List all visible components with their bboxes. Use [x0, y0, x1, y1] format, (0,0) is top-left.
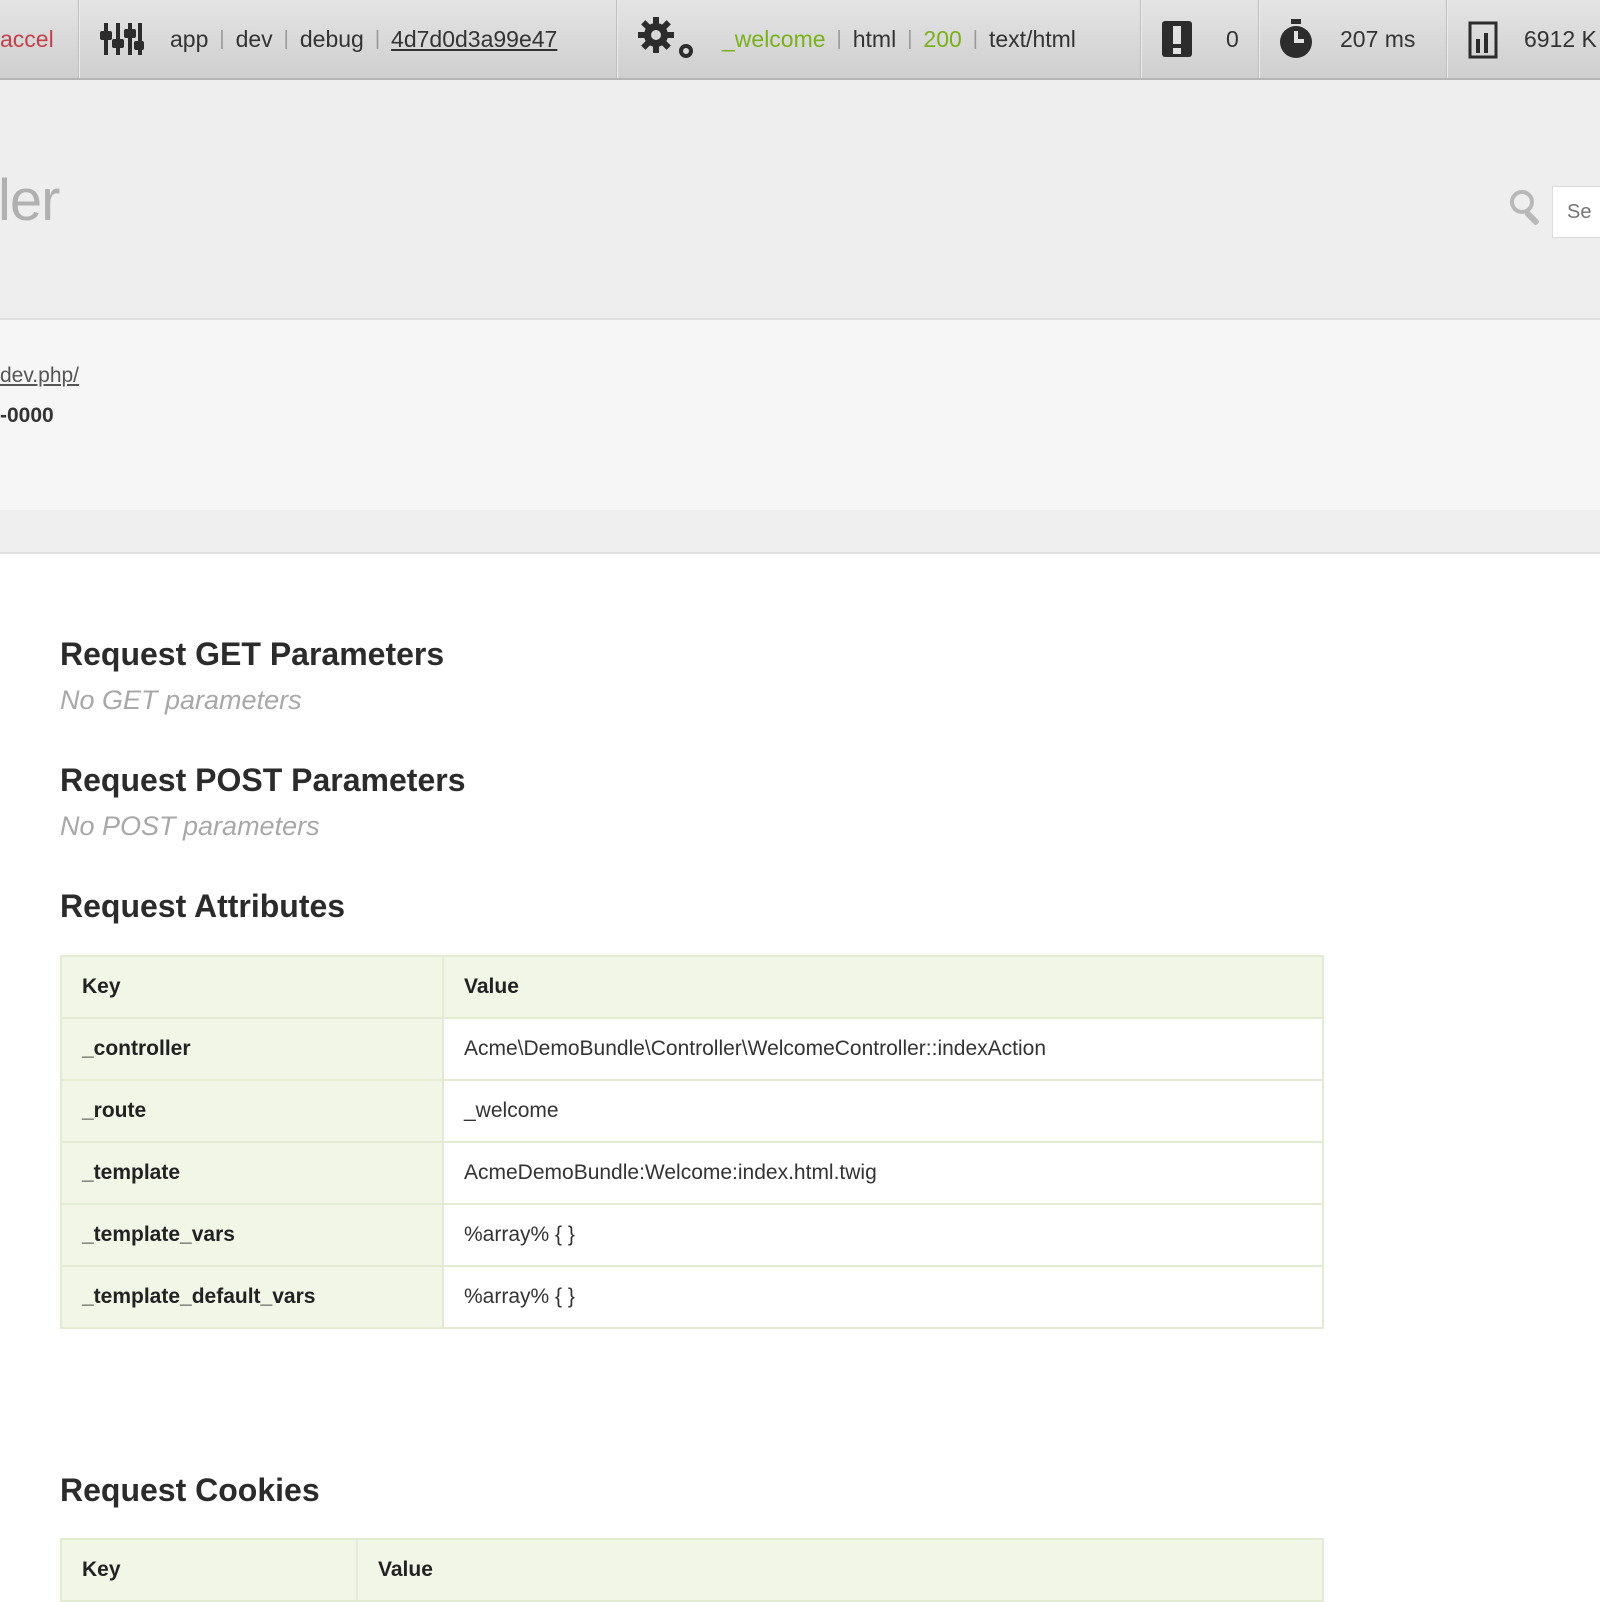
accel-label: accel: [0, 25, 54, 52]
toolbar-divider: [616, 0, 617, 78]
summary-subbar: [0, 510, 1600, 554]
post-params-empty: No POST parameters: [60, 811, 320, 841]
attribute-key: _route: [60, 1079, 444, 1143]
column-header-key: Key: [60, 955, 444, 1019]
env-debug: debug: [299, 25, 364, 52]
status-code: 200: [923, 25, 962, 52]
toolbar-request-item[interactable]: _welcome | html | 200 | text/html: [638, 0, 1076, 78]
debug-toolbar: accel app | dev | debug | 4d7d0d3a99e47: [0, 0, 1600, 80]
errors-count: 0: [1226, 25, 1239, 52]
exclamation-icon: [1160, 19, 1194, 59]
toolbar-errors-item[interactable]: 0: [1160, 0, 1239, 78]
memory-usage: 6912 K: [1524, 25, 1597, 52]
profiler-token-link[interactable]: 4d7d0d3a99e47: [391, 26, 557, 53]
search-icon[interactable]: [1508, 188, 1544, 228]
table-row: _template AcmeDemoBundle:Welcome:index.h…: [60, 1141, 1324, 1205]
attribute-value: AcmeDemoBundle:Welcome:index.html.twig: [442, 1141, 1324, 1205]
post-params-heading: Request POST Parameters: [60, 762, 466, 798]
toolbar-divider: [1258, 0, 1259, 78]
table-row: _template_vars %array% { }: [60, 1203, 1324, 1267]
gears-icon: [638, 17, 696, 61]
pipe-divider: |: [219, 27, 225, 50]
content-type: text/html: [988, 25, 1076, 52]
column-header-value: Value: [442, 955, 1324, 1019]
table-row: _template_default_vars %array% { }: [60, 1265, 1324, 1329]
table-header-row: Key Value: [60, 955, 1324, 1019]
toolbar-config-item[interactable]: app | dev | debug | 4d7d0d3a99e47: [100, 0, 557, 78]
pipe-divider: |: [836, 27, 842, 50]
attributes-table: Key Value _controller Acme\DemoBundle\Co…: [60, 955, 1324, 1329]
table-row: _controller Acme\DemoBundle\Controller\W…: [60, 1017, 1324, 1081]
request-summary: dev.php/ -0000: [0, 320, 1600, 510]
attribute-value: %array% { }: [442, 1203, 1324, 1267]
toolbar-divider: [78, 0, 79, 78]
attribute-key: _controller: [60, 1017, 444, 1081]
request-url-link[interactable]: dev.php/: [0, 364, 79, 388]
attribute-key: _template: [60, 1141, 444, 1205]
search-input[interactable]: [1552, 186, 1600, 238]
get-params-empty: No GET parameters: [60, 685, 302, 715]
attribute-key: _template_vars: [60, 1203, 444, 1267]
attribute-value: _welcome: [442, 1079, 1324, 1143]
get-params-heading: Request GET Parameters: [60, 636, 445, 672]
attribute-key: _template_default_vars: [60, 1265, 444, 1329]
stopwatch-icon: [1278, 19, 1314, 59]
toolbar-memory-item[interactable]: 6912 K: [1468, 0, 1597, 78]
toolbar-divider: [1140, 0, 1141, 78]
column-header-key: Key: [60, 1538, 358, 1602]
profiler-header: ler: [0, 80, 1600, 320]
cookies-heading: Request Cookies: [60, 1472, 320, 1508]
table-row: _route _welcome: [60, 1079, 1324, 1143]
toolbar-timer-item[interactable]: 207 ms: [1278, 0, 1415, 78]
request-token-text: -0000: [0, 404, 54, 427]
pipe-divider: |: [907, 27, 913, 50]
env-app: app: [170, 25, 209, 52]
pipe-divider: |: [374, 27, 381, 50]
route-name: _welcome: [722, 25, 826, 52]
pipe-divider: |: [972, 27, 978, 50]
toolbar-accel-item[interactable]: accel: [0, 0, 54, 78]
column-header-value: Value: [356, 1538, 1324, 1602]
cookies-table: Key Value: [60, 1538, 1324, 1602]
request-time: 207 ms: [1340, 25, 1416, 52]
pipe-divider: |: [283, 27, 289, 50]
toolbar-divider: [1446, 0, 1447, 78]
memory-icon: [1468, 19, 1498, 59]
request-format: html: [852, 25, 897, 52]
sliders-icon: [100, 19, 144, 59]
attribute-value: %array% { }: [442, 1265, 1324, 1329]
table-header-row: Key Value: [60, 1538, 1324, 1602]
env-dev: dev: [235, 25, 273, 52]
page-title: ler: [0, 168, 60, 233]
attribute-value: Acme\DemoBundle\Controller\WelcomeContro…: [442, 1017, 1324, 1081]
attributes-heading: Request Attributes: [60, 888, 346, 924]
